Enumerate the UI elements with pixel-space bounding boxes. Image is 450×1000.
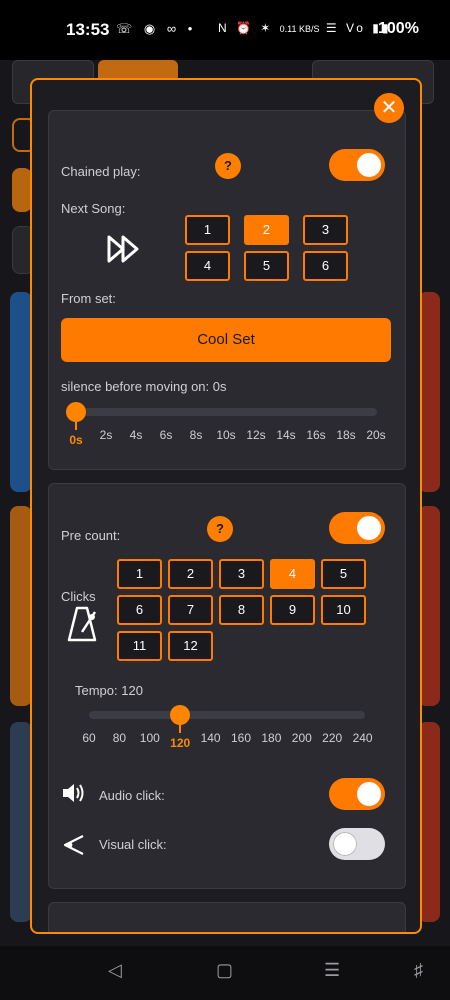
click-option-7[interactable]: 7 (168, 595, 213, 625)
system-icons: N ⏰ ✶ 0.11 KB/S ☰ Vo ▮▮ (218, 21, 392, 35)
pre-count-label: Pre count: (61, 528, 121, 543)
clicks-label: Clicks (61, 589, 96, 604)
chained-play-help-button[interactable]: ? (215, 153, 241, 179)
navigation-bar: ◁ ▢ ☰ ♯ (0, 946, 450, 1000)
set-select-button[interactable]: Cool Set (61, 318, 391, 362)
pre-count-toggle[interactable] (329, 512, 385, 544)
click-option-9[interactable]: 9 (270, 595, 315, 625)
status-bar: 13:53 ☏ ◉ ∞ • N ⏰ ✶ 0.11 KB/S ☰ Vo ▮▮ 10… (0, 0, 450, 60)
next-song-option-3[interactable]: 3 (303, 215, 348, 245)
silence-tick-20s: 20s (366, 428, 386, 442)
bg-card-blue (10, 292, 32, 492)
tempo-slider-track[interactable] (89, 711, 365, 719)
click-option-2[interactable]: 2 (168, 559, 213, 589)
speaker-icon (63, 784, 84, 802)
close-icon[interactable]: ✕ (374, 93, 404, 123)
tempo-tick-240: 240 (352, 731, 373, 745)
bg-card-dark (10, 722, 32, 922)
home-icon[interactable]: ▢ (216, 960, 233, 981)
chained-play-toggle[interactable] (329, 149, 385, 181)
tempo-tick-mark (179, 725, 181, 733)
status-time: 13:53 (66, 20, 110, 39)
audio-click-toggle[interactable] (329, 778, 385, 810)
bg-accent-2 (12, 168, 32, 212)
battery-level: 100% (378, 20, 419, 37)
chained-play-label: Chained play: (61, 164, 141, 179)
click-option-11[interactable]: 11 (117, 631, 162, 661)
click-option-3[interactable]: 3 (219, 559, 264, 589)
next-section-partial (48, 902, 406, 932)
settings-dialog: Chained play: ? Next Song: 123456 From s… (30, 78, 422, 934)
metronome-icon (67, 606, 97, 642)
accessibility-icon[interactable]: ♯ (414, 960, 423, 981)
next-song-option-1[interactable]: 1 (185, 215, 230, 245)
network-speed: 0.11 KB/S (279, 24, 320, 34)
pre-count-section: Pre count: ? Clicks 1 2 3 4 5 6 7 8 9 10 11 12 Temp… (48, 483, 406, 889)
next-song-option-4[interactable]: 4 (185, 251, 230, 281)
visual-click-toggle[interactable] (329, 828, 385, 860)
silence-slider-track[interactable] (71, 408, 377, 416)
next-song-label: Next Song: (61, 201, 126, 216)
click-option-6[interactable]: 6 (117, 595, 162, 625)
click-option-8[interactable]: 8 (219, 595, 264, 625)
tempo-slider-knob[interactable] (170, 705, 190, 725)
click-option-12[interactable]: 12 (168, 631, 213, 661)
pre-count-help-button[interactable]: ? (207, 516, 233, 542)
click-option-5[interactable]: 5 (321, 559, 366, 589)
eye-cone-icon (63, 835, 84, 855)
recents-icon[interactable]: ☰ (324, 960, 340, 981)
notification-icons: ☏ ◉ ∞ • (116, 21, 197, 36)
click-option-10[interactable]: 10 (321, 595, 366, 625)
visual-click-label: Visual click: (99, 837, 167, 852)
click-option-1[interactable]: 1 (117, 559, 162, 589)
back-icon[interactable]: ◁ (108, 960, 122, 981)
audio-click-label: Audio click: (99, 788, 165, 803)
next-song-option-2[interactable]: 2 (244, 215, 289, 245)
fast-forward-icon (107, 235, 139, 263)
silence-slider-knob[interactable] (66, 402, 86, 422)
tempo-label: Tempo: 120 (75, 683, 143, 698)
from-set-label: From set: (61, 291, 116, 306)
chained-play-section: Chained play: ? Next Song: 123 456 From s… (48, 110, 406, 470)
next-song-option-5[interactable]: 5 (244, 251, 289, 281)
next-song-option-6[interactable]: 6 (303, 251, 348, 281)
silence-label: silence before moving on: 0s (61, 379, 227, 394)
silence-tick-mark (75, 422, 77, 430)
bg-card-orange (10, 506, 32, 706)
click-option-4[interactable]: 4 (270, 559, 315, 589)
